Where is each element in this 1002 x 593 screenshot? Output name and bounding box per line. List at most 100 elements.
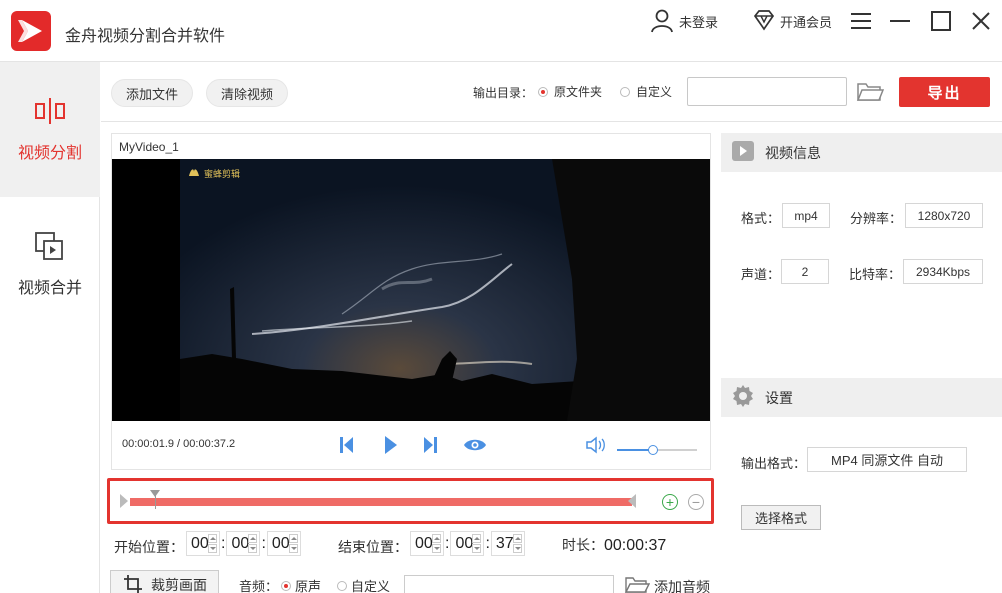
radio-unchecked — [337, 580, 347, 591]
play-icon — [385, 436, 397, 454]
folder-button[interactable] — [856, 80, 885, 104]
add-audio-button[interactable]: 添加音频 — [624, 575, 710, 593]
output-format-label: 输出格式： — [741, 456, 807, 471]
toolbar: 添加文件 清除视频 输出目录： 原文件夹 自定义 导出 — [101, 62, 1002, 122]
start-minute-spinner[interactable]: 00 — [226, 531, 261, 556]
folder-icon — [856, 83, 885, 101]
login-label: 未登录 — [679, 14, 719, 30]
prev-frame-button[interactable] — [335, 433, 359, 457]
radio-label: 原文件夹 — [554, 85, 603, 99]
end-time-input: 00 : 00 : 37 — [410, 531, 525, 556]
next-frame-button[interactable] — [418, 433, 442, 457]
eye-icon — [464, 439, 486, 451]
video-name: MyVideo_1 — [119, 140, 179, 154]
settings-header: 设置 — [721, 378, 1002, 417]
duration-display: 时长：00:00:37 — [562, 535, 666, 555]
radio-label: 原声 — [295, 579, 322, 593]
diamond-icon — [752, 8, 776, 35]
video-preview[interactable]: 蜜蜂剪辑 — [112, 159, 710, 421]
close-button[interactable] — [968, 8, 994, 34]
sidebar-item-label: 视频合并 — [17, 280, 82, 297]
radio-label: 自定义 — [636, 85, 673, 99]
audio-radio-custom[interactable]: 自定义 — [337, 576, 390, 593]
output-radio-custom[interactable]: 自定义 — [620, 83, 672, 100]
watermark-text: 蜜蜂剪辑 — [204, 168, 241, 179]
sidebar-item-split[interactable]: 视频分割 — [0, 62, 100, 197]
radio-checked — [281, 580, 291, 591]
sidebar-item-merge[interactable]: 视频合并 — [0, 197, 100, 332]
play-button[interactable] — [378, 433, 402, 457]
start-second-spinner[interactable]: 00 — [266, 531, 301, 556]
menu-button[interactable] — [848, 8, 874, 34]
preview-button[interactable] — [463, 433, 487, 457]
channels-value: 2 — [781, 259, 829, 284]
video-frame — [180, 159, 710, 421]
end-hour-spinner[interactable]: 00 — [410, 531, 444, 556]
end-second-spinner[interactable]: 37 — [490, 531, 525, 556]
audio-path-input[interactable] — [404, 575, 614, 593]
bee-icon — [187, 166, 201, 180]
app-title: 金舟视频分割合并软件 — [65, 28, 226, 45]
sidebar-item-label: 视频分割 — [17, 145, 82, 162]
menu-icon — [851, 13, 871, 29]
split-icon — [34, 96, 66, 131]
start-hour-spinner[interactable]: 00 — [186, 531, 220, 556]
add-file-button[interactable]: 添加文件 — [111, 79, 194, 107]
volume-slider[interactable] — [617, 445, 697, 455]
timeline[interactable]: + − — [107, 478, 714, 524]
speaker-icon — [586, 436, 605, 454]
login-button[interactable]: 未登录 — [649, 8, 718, 34]
step-forward-icon — [424, 437, 437, 453]
start-time-input: 00 : 00 : 00 — [186, 531, 301, 556]
zoom-out-button[interactable]: − — [688, 494, 704, 510]
maximize-icon — [931, 11, 951, 31]
output-radio-source[interactable]: 原文件夹 — [538, 83, 602, 100]
sidebar: 视频分割 视频合并 — [0, 62, 100, 593]
step-back-icon — [340, 437, 353, 453]
minimize-button[interactable] — [887, 8, 913, 34]
vip-label: 开通会员 — [780, 14, 833, 30]
player-controls: 00:00:01.9 / 00:00:37.2 — [112, 421, 710, 469]
maximize-button[interactable] — [928, 8, 954, 34]
radio-unchecked — [620, 86, 630, 97]
output-dir-label: 输出目录： — [473, 86, 534, 100]
duration-value: 00:00:37 — [604, 537, 667, 554]
app-logo — [11, 11, 51, 51]
bitrate-label: 比特率： — [849, 267, 902, 282]
choose-format-button[interactable]: 选择格式 — [741, 505, 821, 530]
timeline-range-bar[interactable] — [130, 498, 632, 506]
gear-icon — [731, 384, 755, 411]
audio-label: 音频： — [239, 579, 279, 593]
end-minute-spinner[interactable]: 00 — [450, 531, 485, 556]
playhead-line — [155, 495, 156, 509]
export-button[interactable]: 导出 — [899, 77, 990, 107]
output-path-input[interactable] — [687, 77, 847, 106]
folder-icon — [624, 575, 651, 593]
playhead-handle[interactable] — [150, 490, 160, 497]
crop-button[interactable]: 裁剪画面 — [110, 570, 219, 593]
vip-button[interactable]: 开通会员 — [752, 8, 832, 34]
start-label: 开始位置： — [114, 539, 184, 555]
video-info-title: 视频信息 — [765, 144, 821, 161]
video-info-icon — [731, 140, 755, 165]
close-icon — [972, 12, 990, 30]
zoom-in-button[interactable]: + — [662, 494, 678, 510]
settings-title: 设置 — [765, 389, 793, 406]
user-icon — [649, 7, 675, 36]
clear-video-button[interactable]: 清除视频 — [206, 79, 289, 107]
merge-icon — [34, 231, 66, 266]
add-audio-label: 添加音频 — [654, 578, 710, 593]
time-display: 00:00:01.9 / 00:00:37.2 — [122, 438, 236, 450]
watermark: 蜜蜂剪辑 — [187, 166, 240, 180]
volume-knob[interactable] — [648, 445, 658, 455]
volume-button[interactable] — [584, 433, 608, 457]
radio-label: 自定义 — [351, 579, 391, 593]
end-label: 结束位置： — [338, 539, 408, 555]
resolution-label: 分辨率： — [850, 211, 903, 226]
range-start-handle[interactable] — [120, 494, 128, 508]
crop-label: 裁剪画面 — [151, 577, 207, 593]
audio-radio-original[interactable]: 原声 — [281, 576, 321, 593]
bitrate-value: 2934Kbps — [903, 259, 983, 284]
video-info-header: 视频信息 — [721, 133, 1002, 172]
range-end-handle[interactable] — [628, 494, 636, 508]
